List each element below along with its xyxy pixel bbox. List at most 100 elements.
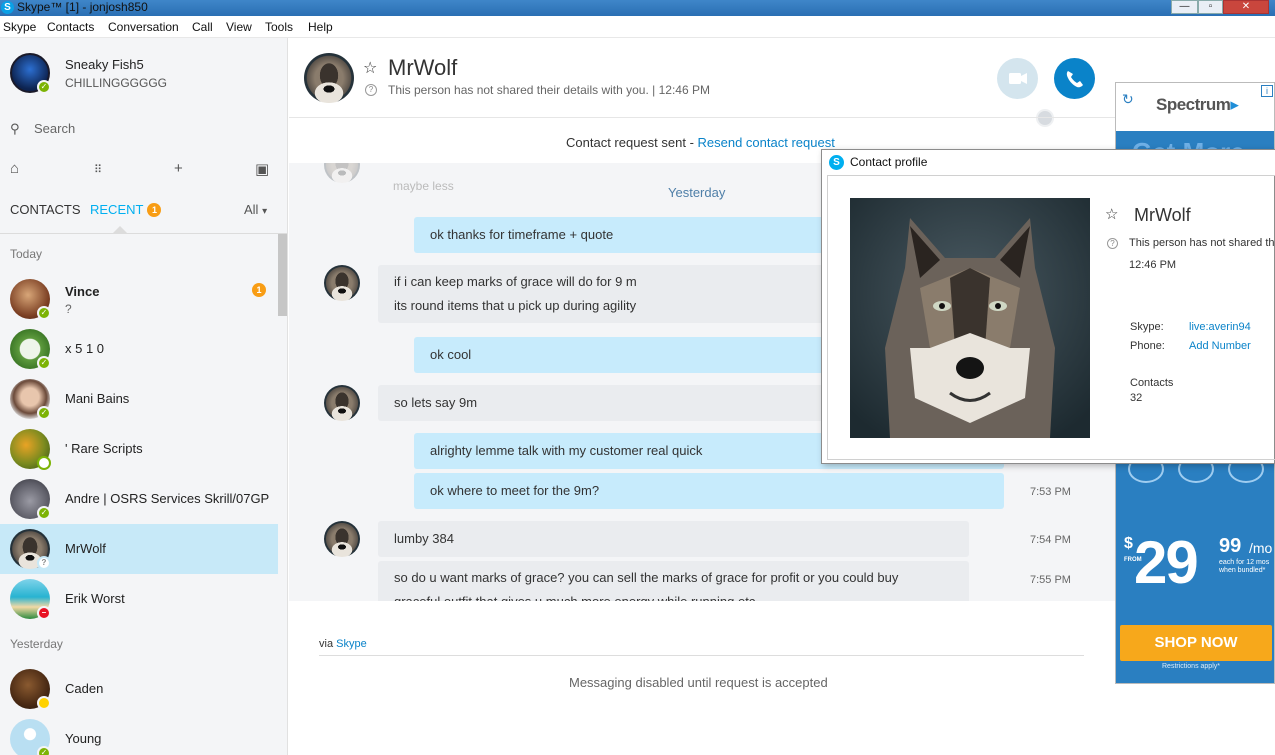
- sender-avatar: [324, 385, 360, 421]
- ad-header: ↻ Spectrum▸ i: [1116, 83, 1274, 131]
- contact-item-mani-bains[interactable]: ✓ Mani Bains: [0, 374, 278, 424]
- menu-contacts[interactable]: Contacts: [47, 20, 94, 34]
- message-bubble-mine[interactable]: ok where to meet for the 9m?: [414, 473, 1004, 509]
- contact-item-andre[interactable]: ✓ Andre | OSRS Services Skrill/07GP: [0, 474, 278, 524]
- home-icon[interactable]: ⌂: [10, 160, 19, 177]
- status-online-icon: ✓: [37, 406, 51, 420]
- conversation-avatar[interactable]: [304, 53, 354, 103]
- contact-item-mrwolf[interactable]: ? MrWolf: [0, 524, 278, 574]
- bot-icon[interactable]: ▣: [255, 160, 269, 178]
- profile-window-title: Contact profile: [850, 155, 928, 169]
- contact-name: ' Rare Scripts: [65, 441, 143, 456]
- chevron-down-icon: ▾: [262, 206, 268, 217]
- skype-id-value[interactable]: live:averin94: [1189, 321, 1251, 333]
- contact-item-caden[interactable]: Caden: [0, 664, 278, 714]
- contact-item-x510[interactable]: ✓ x 5 1 0: [0, 324, 278, 374]
- menu-view[interactable]: View: [226, 20, 252, 34]
- message-bubble-theirs[interactable]: so do u want marks of grace? you can sel…: [378, 561, 969, 601]
- resend-request-link[interactable]: Resend contact request: [698, 135, 835, 150]
- my-name[interactable]: Sneaky Fish5: [65, 57, 144, 72]
- minimize-button[interactable]: —: [1171, 0, 1198, 14]
- request-status-text: Contact request sent -: [566, 135, 698, 150]
- menu-conversation[interactable]: Conversation: [108, 20, 179, 34]
- message-time: 7:55 PM: [1030, 574, 1071, 586]
- dialpad-icon[interactable]: ⠿: [94, 163, 102, 176]
- price-terms: each for 12 mos when bundled*: [1219, 559, 1270, 574]
- section-yesterday: Yesterday: [10, 637, 63, 651]
- contact-item-erik-worst[interactable]: – Erik Worst: [0, 574, 278, 624]
- filter-label: All: [244, 202, 259, 217]
- message-line: graceful outfit that gives u much more e…: [394, 590, 953, 601]
- menu-skype[interactable]: Skype: [3, 20, 36, 34]
- sender-avatar: [324, 521, 360, 557]
- message-time: 7:53 PM: [1030, 486, 1071, 498]
- status-online-icon: ✓: [37, 356, 51, 370]
- contact-name: Caden: [65, 681, 104, 696]
- section-today: Today: [10, 247, 43, 261]
- contact-item-vince[interactable]: ✓ Vince ? 1: [0, 274, 278, 324]
- tab-recent[interactable]: RECENT 1: [90, 202, 162, 217]
- contact-name: Vince: [65, 284, 100, 299]
- video-camera-icon: [1009, 73, 1027, 84]
- favorite-star-icon[interactable]: ☆: [363, 58, 377, 78]
- contacts-count-value: 32: [1130, 392, 1143, 404]
- title-bar: S Skype™ [1] - jonjosh850 — ▫ ✕: [0, 0, 1275, 16]
- filter-dropdown[interactable]: All ▾: [244, 202, 267, 217]
- question-icon: ?: [365, 84, 377, 96]
- maximize-button[interactable]: ▫: [1198, 0, 1223, 14]
- via-prefix: via: [319, 638, 337, 650]
- ad-brand: Spectrum: [1156, 95, 1231, 114]
- menu-help[interactable]: Help: [308, 20, 333, 34]
- favorite-star-icon[interactable]: ☆: [1105, 205, 1118, 223]
- contact-name: Erik Worst: [65, 591, 125, 606]
- status-unknown-icon: ?: [37, 556, 51, 570]
- message-line: so do u want marks of grace? you can sel…: [394, 570, 899, 585]
- close-window-button[interactable]: ✕: [1223, 0, 1269, 14]
- price-cents: 99: [1219, 535, 1242, 557]
- profile-name: MrWolf: [1134, 205, 1191, 225]
- ad-brand-logo: Spectrum▸: [1156, 95, 1239, 115]
- video-call-button[interactable]: [997, 58, 1038, 99]
- tab-contacts[interactable]: CONTACTS: [10, 202, 81, 217]
- my-mood[interactable]: CHILLINGGGGGG: [65, 76, 167, 90]
- add-contact-icon[interactable]: +: [174, 160, 183, 177]
- contact-name: Young: [65, 731, 102, 746]
- refresh-icon: ↻: [1122, 91, 1134, 107]
- contact-name: Andre | OSRS Services Skrill/07GP: [65, 491, 270, 506]
- faded-message: maybe less: [393, 179, 454, 193]
- ad-restrictions: Restrictions apply*: [1162, 663, 1220, 670]
- contact-profile-window: S Contact profile ☆ MrWolf ? This person…: [821, 149, 1275, 464]
- price-dollar: $: [1124, 535, 1133, 552]
- unread-badge: 1: [252, 283, 266, 297]
- skype-link[interactable]: Skype: [336, 638, 367, 650]
- header-divider: [289, 117, 1115, 118]
- search-box[interactable]: ⚲ Search: [10, 120, 270, 138]
- status-offline-icon: [37, 456, 51, 470]
- audio-call-button[interactable]: [1054, 58, 1095, 99]
- profile-title-bar[interactable]: S Contact profile: [822, 150, 1275, 175]
- price-period: /mo: [1249, 540, 1273, 556]
- adchoices-info-icon[interactable]: i: [1261, 85, 1273, 97]
- contact-item-young[interactable]: ✓ Young: [0, 714, 278, 755]
- message-bubble-theirs[interactable]: lumby 384: [378, 521, 969, 557]
- add-number-link[interactable]: Add Number: [1189, 340, 1251, 352]
- window-title: Skype™ [1] - jonjosh850: [17, 0, 148, 14]
- phone-icon: [1066, 71, 1083, 88]
- conversation-title[interactable]: MrWolf: [388, 55, 457, 81]
- menu-tools[interactable]: Tools: [265, 20, 293, 34]
- contacts-count-label: Contacts: [1130, 377, 1174, 389]
- contact-name: Mani Bains: [65, 391, 130, 406]
- day-separator: Yesterday: [668, 185, 726, 200]
- shop-now-button[interactable]: SHOP NOW: [1120, 625, 1272, 661]
- brand-arrow-icon: ▸: [1230, 95, 1239, 114]
- skype-logo-icon: S: [1, 1, 14, 14]
- sidebar-scrollbar[interactable]: [278, 234, 287, 316]
- contact-item-rare-scripts[interactable]: ' Rare Scripts: [0, 424, 278, 474]
- menu-call[interactable]: Call: [192, 20, 213, 34]
- tab-indicator: [113, 226, 127, 233]
- sidebar: ✓ Sneaky Fish5 CHILLINGGGGGG ⚲ Search ⌂ …: [0, 38, 288, 755]
- profile-body: ☆ MrWolf ? This person has not shared th…: [827, 175, 1275, 460]
- search-placeholder: Search: [34, 121, 76, 136]
- contact-name: MrWolf: [65, 541, 106, 556]
- contact-tabs: CONTACTS RECENT 1 All ▾: [0, 200, 287, 234]
